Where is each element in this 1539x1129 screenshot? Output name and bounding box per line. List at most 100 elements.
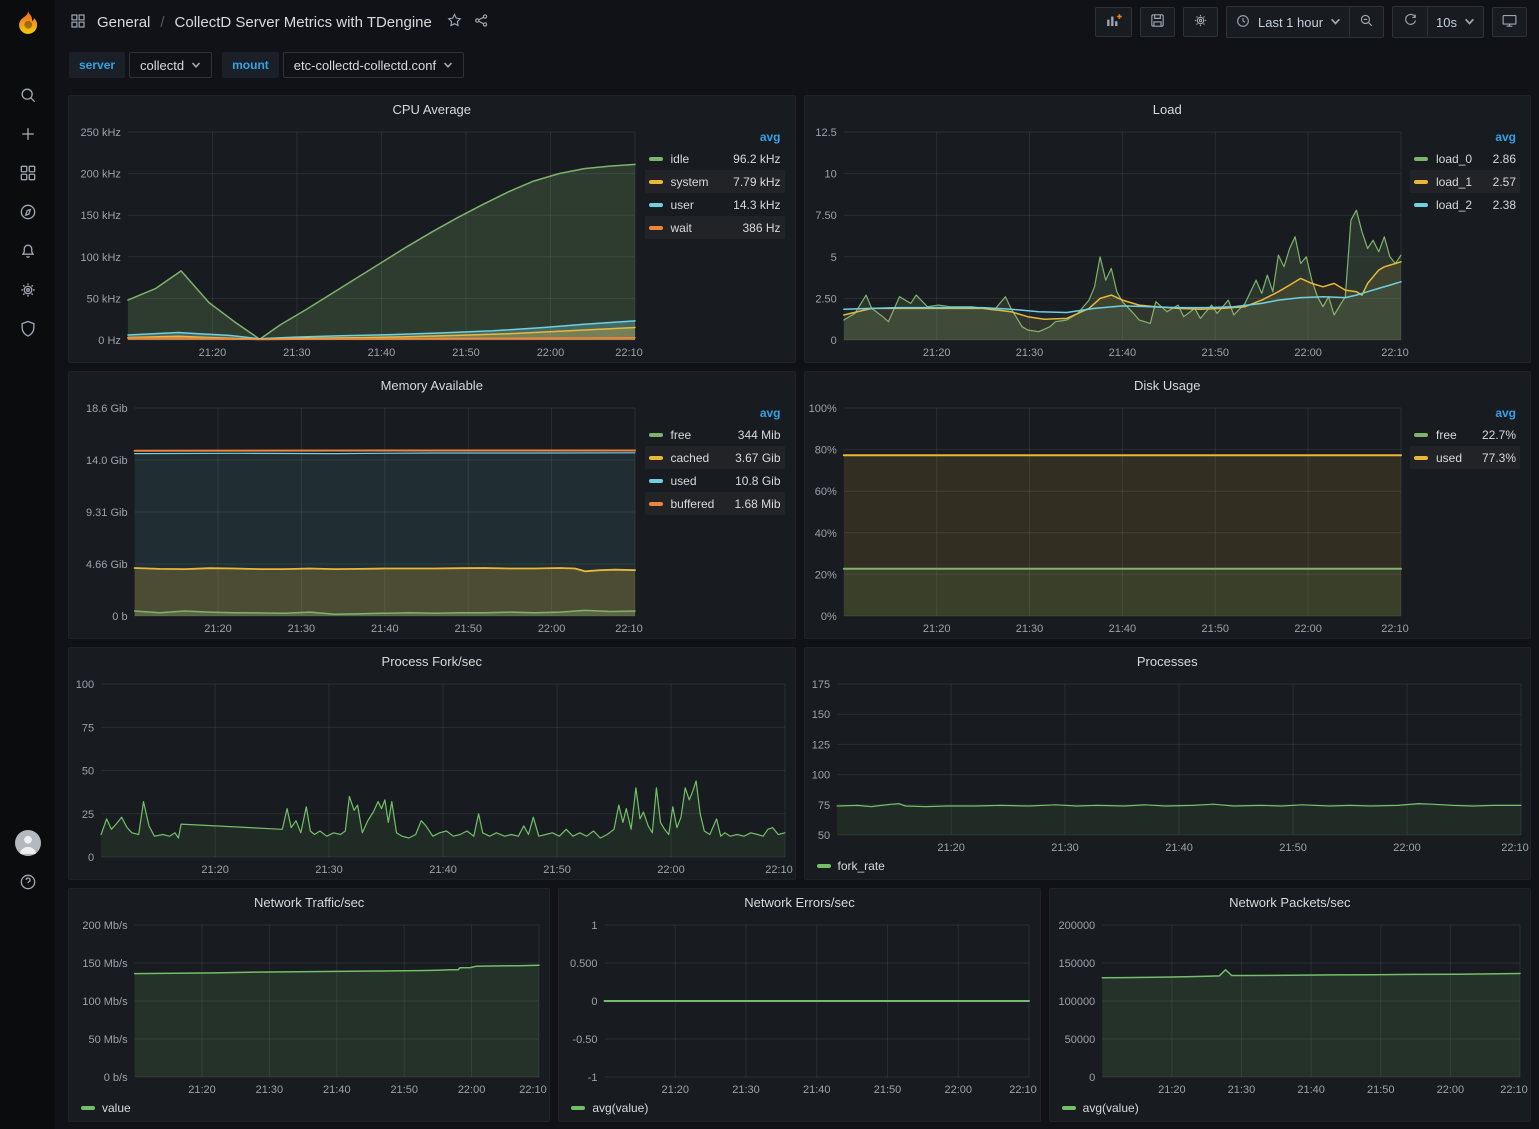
- share-dashboard-button[interactable]: [473, 12, 490, 32]
- save-dashboard-button[interactable]: [1140, 7, 1175, 37]
- memory-available-chart[interactable]: 0 b4.66 Gib9.31 Gib14.0 Gib18.6 Gib21:20…: [69, 398, 645, 638]
- process-fork-chart[interactable]: 025507510021:2021:3021:4021:5022:0022:10: [69, 674, 795, 879]
- legend-series-name[interactable]: avg(value): [1083, 1101, 1139, 1115]
- sidebar-server-admin-button[interactable]: [0, 311, 55, 350]
- svg-text:14.0 Gib: 14.0 Gib: [86, 455, 128, 467]
- refresh-interval-button[interactable]: 10s: [1427, 7, 1483, 37]
- question-icon: [18, 872, 38, 895]
- load-chart[interactable]: 02.5057.501012.521:2021:3021:4021:5022:0…: [805, 122, 1411, 362]
- legend-series-name[interactable]: load_0: [1436, 152, 1493, 166]
- svg-text:0: 0: [88, 852, 94, 864]
- refresh-button[interactable]: [1393, 7, 1427, 37]
- svg-text:21:50: 21:50: [452, 347, 480, 359]
- chevron-down-icon: [443, 58, 453, 73]
- server-variable: server collectd: [69, 52, 212, 78]
- apps-grid-icon: [69, 12, 87, 33]
- series-color-swatch: [649, 502, 663, 506]
- sidebar-explore-button[interactable]: [0, 194, 55, 233]
- gear-icon: [18, 280, 38, 303]
- breadcrumb-folder[interactable]: General: [97, 14, 150, 31]
- legend-series-value: 386 Hz: [742, 221, 780, 235]
- svg-text:-0.50: -0.50: [573, 1034, 598, 1046]
- legend-series-value: 1.68 Mib: [734, 497, 780, 511]
- legend-row: system7.79 kHz: [645, 170, 785, 193]
- sidebar-help-button[interactable]: [0, 870, 55, 896]
- legend-series-name[interactable]: used: [1436, 451, 1482, 465]
- sidebar-dashboards-button[interactable]: [0, 155, 55, 194]
- dashboard-settings-button[interactable]: [1183, 7, 1218, 37]
- legend-series-name[interactable]: load_1: [1436, 175, 1493, 189]
- sidebar-search-button[interactable]: [0, 77, 55, 116]
- panel-title[interactable]: Load: [805, 96, 1531, 122]
- kiosk-mode-button[interactable]: [1492, 7, 1527, 37]
- panel-title[interactable]: Network Packets/sec: [1050, 889, 1530, 915]
- sidebar-nav: [0, 77, 55, 350]
- panel-title[interactable]: CPU Average: [69, 96, 795, 122]
- grafana-logo[interactable]: [13, 8, 43, 43]
- panel-title[interactable]: Memory Available: [69, 372, 795, 398]
- svg-text:18.6 Gib: 18.6 Gib: [86, 403, 128, 415]
- legend-series-name[interactable]: free: [1436, 428, 1482, 442]
- bell-icon: [18, 241, 38, 264]
- svg-text:0 b: 0 b: [112, 611, 127, 623]
- star-dashboard-button[interactable]: [446, 12, 463, 32]
- cpu-average-chart[interactable]: 0 Hz50 kHz100 kHz150 kHz200 kHz250 kHz21…: [69, 122, 645, 362]
- legend-series-name[interactable]: cached: [671, 451, 736, 465]
- svg-text:21:40: 21:40: [368, 347, 396, 359]
- legend-series-name[interactable]: load_2: [1436, 198, 1493, 212]
- time-range-label: Last 1 hour: [1258, 15, 1323, 30]
- legend-series-value: 2.86: [1493, 152, 1516, 166]
- panel-title[interactable]: Processes: [805, 648, 1531, 674]
- panel-memory-available: Memory Available 0 b4.66 Gib9.31 Gib14.0…: [68, 371, 796, 639]
- legend-series-name[interactable]: system: [671, 175, 734, 189]
- sidebar-alerting-button[interactable]: [0, 233, 55, 272]
- network-traffic-chart[interactable]: 0 b/s50 Mb/s100 Mb/s150 Mb/s200 Mb/s21:2…: [69, 915, 549, 1099]
- svg-text:200 Mb/s: 200 Mb/s: [82, 920, 128, 932]
- svg-text:100: 100: [811, 770, 829, 782]
- svg-text:22:00: 22:00: [657, 864, 685, 876]
- chevron-down-icon: [1330, 15, 1341, 30]
- disk-usage-chart[interactable]: 0%20%40%60%80%100%21:2021:3021:4021:5022…: [805, 398, 1411, 638]
- network-errors-chart[interactable]: -1-0.5000.500121:2021:3021:4021:5022:002…: [559, 915, 1039, 1099]
- user-avatar[interactable]: [15, 830, 41, 856]
- panel-network-traffic: Network Traffic/sec 0 b/s50 Mb/s100 Mb/s…: [68, 888, 550, 1122]
- dashboard-picker-button[interactable]: [69, 12, 87, 33]
- svg-text:22:10: 22:10: [1381, 347, 1409, 359]
- time-picker-group: Last 1 hour: [1226, 6, 1384, 38]
- zoom-out-button[interactable]: [1349, 7, 1383, 37]
- memory-available-legend: avgfree344 Mibcached3.67 Gibused10.8 Gib…: [645, 398, 795, 638]
- legend-series-name[interactable]: fork_rate: [838, 859, 885, 873]
- search-icon: [18, 85, 38, 108]
- sidebar: [0, 0, 55, 1129]
- panel-title[interactable]: Network Traffic/sec: [69, 889, 549, 915]
- legend-series-name[interactable]: idle: [671, 152, 734, 166]
- sidebar-create-button[interactable]: [0, 116, 55, 155]
- svg-text:100 Mb/s: 100 Mb/s: [82, 996, 128, 1008]
- legend-series-name[interactable]: used: [671, 474, 736, 488]
- legend-series-name[interactable]: free: [671, 428, 738, 442]
- svg-text:21:30: 21:30: [315, 864, 343, 876]
- mount-variable: mount etc-collectd-collectd.conf: [222, 52, 464, 78]
- svg-text:21:40: 21:40: [323, 1084, 351, 1096]
- legend-series-name[interactable]: value: [102, 1101, 131, 1115]
- sidebar-configuration-button[interactable]: [0, 272, 55, 311]
- refresh-interval-label: 10s: [1436, 15, 1457, 30]
- legend-series-name[interactable]: buffered: [671, 497, 735, 511]
- panel-title[interactable]: Network Errors/sec: [559, 889, 1039, 915]
- panel-title[interactable]: Process Fork/sec: [69, 648, 795, 674]
- dashboard-title[interactable]: CollectD Server Metrics with TDengine: [175, 14, 432, 31]
- add-panel-button[interactable]: [1095, 7, 1132, 37]
- processes-chart[interactable]: 507510012515017521:2021:3021:4021:5022:0…: [805, 674, 1531, 857]
- legend-series-name[interactable]: wait: [671, 221, 743, 235]
- server-variable-select[interactable]: collectd: [129, 52, 212, 78]
- svg-text:1: 1: [592, 920, 598, 932]
- network-packets-chart[interactable]: 05000010000015000020000021:2021:3021:402…: [1050, 915, 1530, 1099]
- svg-text:10: 10: [824, 169, 836, 181]
- legend-series-name[interactable]: user: [671, 198, 734, 212]
- panel-title[interactable]: Disk Usage: [805, 372, 1531, 398]
- legend-series-name[interactable]: avg(value): [592, 1101, 648, 1115]
- svg-text:200000: 200000: [1058, 920, 1095, 932]
- mount-variable-select[interactable]: etc-collectd-collectd.conf: [283, 52, 464, 78]
- legend-series-value: 14.3 kHz: [733, 198, 780, 212]
- time-range-button[interactable]: Last 1 hour: [1227, 7, 1349, 37]
